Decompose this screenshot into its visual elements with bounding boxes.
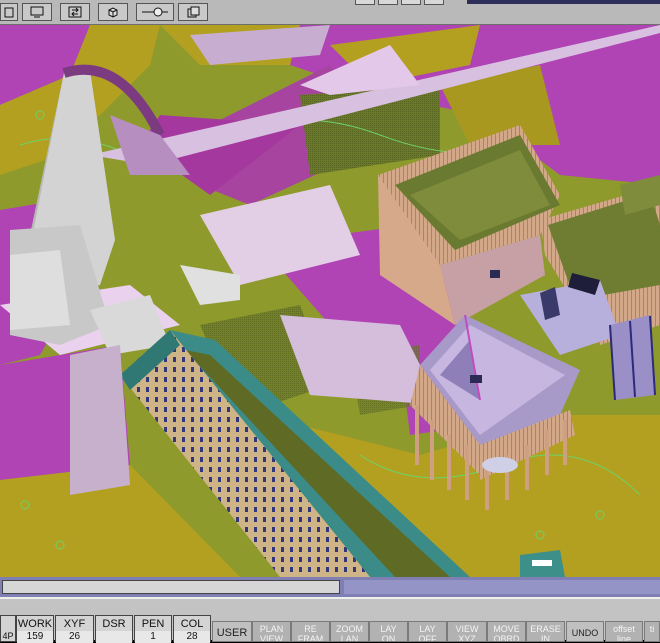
status-work-label: WORK: [17, 618, 53, 630]
status-work[interactable]: WORK 159: [16, 615, 54, 643]
horizontal-scrollbar[interactable]: [0, 577, 660, 597]
viewport-3d[interactable]: [0, 25, 660, 577]
left-tab[interactable]: 4P: [0, 615, 16, 642]
page-icon-button[interactable]: [0, 3, 18, 21]
status-pen[interactable]: PEN 1: [134, 615, 172, 643]
slider-icon-button[interactable]: [136, 3, 174, 21]
blank-button[interactable]: [355, 0, 375, 5]
title-strip: [467, 0, 660, 4]
status-col[interactable]: COL 28: [173, 615, 211, 643]
status-col-value: 28: [174, 631, 210, 643]
layer-on-button[interactable]: LAY ON: [369, 621, 408, 642]
overflow-button[interactable]: ti: [644, 621, 660, 642]
status-work-value: 159: [17, 631, 53, 643]
layer-off-button[interactable]: LAY OFF: [408, 621, 447, 642]
erase-button[interactable]: ERASE IN: [526, 621, 565, 642]
status-dsr[interactable]: DSR: [95, 615, 133, 643]
monitor-icon: [30, 6, 44, 18]
status-dsr-value: [96, 631, 132, 643]
swap-icon-button[interactable]: [60, 3, 90, 21]
status-col-label: COL: [180, 618, 204, 630]
page-icon: [4, 7, 14, 17]
status-xyf[interactable]: XYF 26: [55, 615, 94, 643]
top-toolbar: [0, 0, 660, 25]
command-bar: 4P WORK 159 XYF 26 DSR PEN 1 COL 28 USER…: [0, 597, 660, 643]
undo-button[interactable]: UNDO: [566, 621, 604, 642]
blank-button[interactable]: [424, 0, 444, 5]
blank-button[interactable]: [401, 0, 421, 5]
status-pen-value: 1: [135, 631, 171, 643]
copy-icon: [187, 6, 200, 18]
monitor-icon-button[interactable]: [22, 3, 52, 21]
slider-icon: [142, 7, 168, 17]
zoom-button[interactable]: ZOOM LAN: [330, 621, 369, 642]
blank-button[interactable]: [378, 0, 398, 5]
architectural-3d-scene[interactable]: [0, 25, 660, 577]
swap-icon: [68, 6, 82, 18]
status-xyf-label: XYF: [63, 618, 86, 630]
status-xyf-value: 26: [56, 631, 93, 643]
cube-icon: [108, 7, 118, 18]
view-xyz-button[interactable]: VIEW XYZ: [447, 621, 487, 642]
plan-view-button[interactable]: PLAN VIEW: [252, 621, 291, 642]
scrollbar-thumb[interactable]: [2, 580, 340, 594]
offset-line-button[interactable]: offset line: [605, 621, 643, 642]
status-dsr-label: DSR: [102, 618, 126, 630]
scrollbar-track[interactable]: [344, 580, 660, 594]
reframe-button[interactable]: RE FRAM: [291, 621, 330, 642]
status-pen-label: PEN: [141, 618, 165, 630]
user-button[interactable]: USER: [212, 621, 252, 642]
move-button[interactable]: MOVE OBRD: [487, 621, 526, 642]
copy-icon-button[interactable]: [178, 3, 208, 21]
cube-icon-button[interactable]: [98, 3, 128, 21]
